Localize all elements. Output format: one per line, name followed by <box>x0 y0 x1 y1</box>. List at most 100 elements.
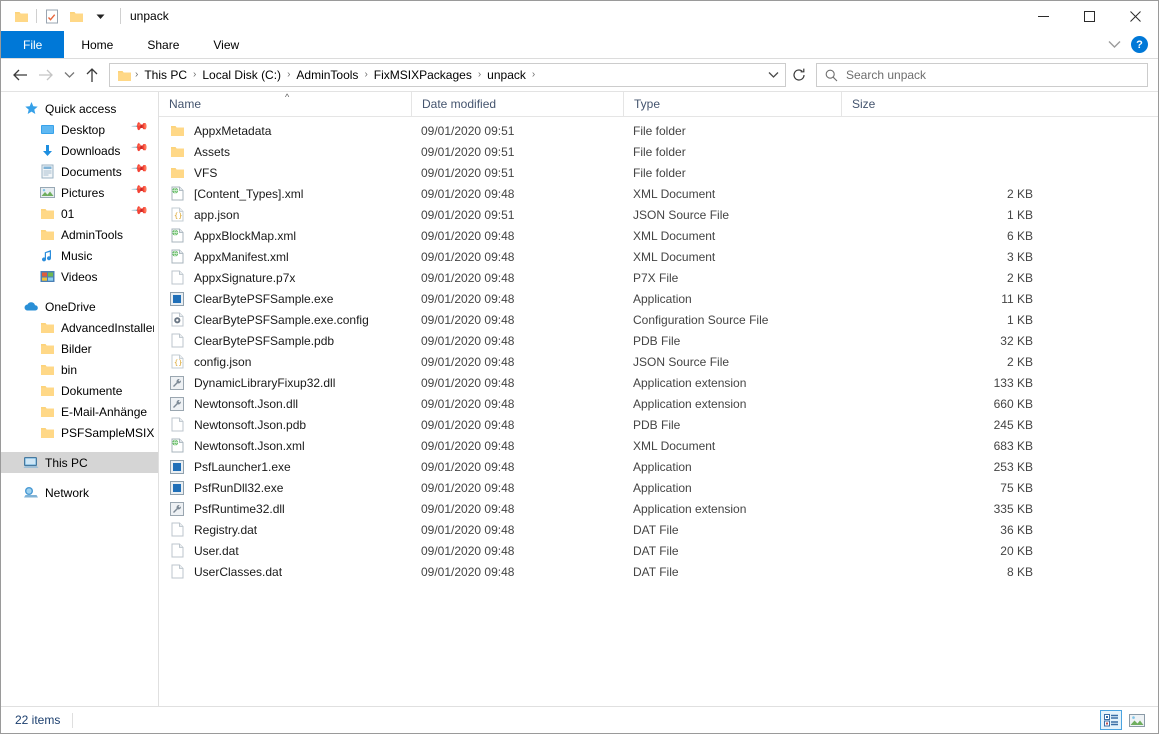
sidebar-item-videos[interactable]: Videos <box>1 266 158 287</box>
pin-icon[interactable]: 📌 <box>131 159 156 184</box>
table-row[interactable]: VFS 09/01/2020 09:51 File folder <box>159 162 1158 183</box>
sidebar-item-desktop[interactable]: Desktop 📌 <box>1 117 158 142</box>
file-name-cell[interactable]: Assets <box>159 144 411 160</box>
file-name-cell[interactable]: PsfRuntime32.dll <box>159 501 411 517</box>
table-row[interactable]: Newtonsoft.Json.dll 09/01/2020 09:48 Appli… <box>159 393 1158 414</box>
refresh-button[interactable] <box>786 63 812 87</box>
table-row[interactable]: {} app.json 09/01/2020 09:51 JSON Source Fi… <box>159 204 1158 225</box>
file-name-cell[interactable]: ClearBytePSFSample.exe.config <box>159 312 411 328</box>
table-row[interactable]: Assets 09/01/2020 09:51 File folder <box>159 141 1158 162</box>
sidebar-item-bin[interactable]: bin <box>1 359 158 380</box>
file-name-cell[interactable]: AppxBlockMap.xml <box>159 228 411 244</box>
tab-share[interactable]: Share <box>130 31 196 58</box>
table-row[interactable]: UserClasses.dat 09/01/2020 09:48 DAT File 8… <box>159 561 1158 582</box>
breadcrumb-item-this-pc[interactable]: This PC <box>139 65 192 85</box>
breadcrumb-separator[interactable]: › <box>531 65 536 85</box>
table-row[interactable]: AppxBlockMap.xml 09/01/2020 09:48 XML Docu… <box>159 225 1158 246</box>
file-name-cell[interactable]: Newtonsoft.Json.xml <box>159 438 411 454</box>
tab-view[interactable]: View <box>196 31 256 58</box>
column-header-size[interactable]: Size <box>841 91 1059 117</box>
table-row[interactable]: PsfLauncher1.exe 09/01/2020 09:48 Applicat… <box>159 456 1158 477</box>
file-name-cell[interactable]: DynamicLibraryFixup32.dll <box>159 375 411 391</box>
file-name-cell[interactable]: User.dat <box>159 543 411 559</box>
breadcrumb[interactable]: › This PC › Local Disk (C:) › AdminTools… <box>109 63 786 87</box>
table-row[interactable]: DynamicLibraryFixup32.dll 09/01/2020 09:4… <box>159 372 1158 393</box>
file-name-cell[interactable]: ClearBytePSFSample.pdb <box>159 333 411 349</box>
sidebar-item-dokumente[interactable]: Dokumente <box>1 380 158 401</box>
help-button[interactable]: ? <box>1131 36 1148 53</box>
properties-icon[interactable] <box>40 5 64 27</box>
sidebar-item-pictures[interactable]: Pictures 📌 <box>1 180 158 205</box>
table-row[interactable]: Newtonsoft.Json.pdb 09/01/2020 09:48 PDB F… <box>159 414 1158 435</box>
new-folder-icon[interactable] <box>64 5 88 27</box>
search-input[interactable]: Search unpack <box>816 63 1148 87</box>
breadcrumb-item-local-disk[interactable]: Local Disk (C:) <box>197 65 286 85</box>
file-name-cell[interactable]: [Content_Types].xml <box>159 186 411 202</box>
table-row[interactable]: ClearBytePSFSample.pdb 09/01/2020 09:48 PD… <box>159 330 1158 351</box>
close-button[interactable] <box>1112 1 1158 31</box>
sidebar-item-network[interactable]: Network <box>1 482 158 503</box>
chevron-down-icon[interactable] <box>1108 40 1121 49</box>
file-name-cell[interactable]: Registry.dat <box>159 522 411 538</box>
breadcrumb-item-fixmsixpackages[interactable]: FixMSIXPackages <box>369 65 477 85</box>
file-name-cell[interactable]: PsfRunDll32.exe <box>159 480 411 496</box>
file-name-cell[interactable]: {} config.json <box>159 354 411 370</box>
file-name-cell[interactable]: {} app.json <box>159 207 411 223</box>
file-name-cell[interactable]: Newtonsoft.Json.pdb <box>159 417 411 433</box>
file-name-cell[interactable]: AppxMetadata <box>159 123 411 139</box>
table-row[interactable]: [Content_Types].xml 09/01/2020 09:48 XML D… <box>159 183 1158 204</box>
sidebar-item-bilder[interactable]: Bilder <box>1 338 158 359</box>
breadcrumb-item-unpack[interactable]: unpack <box>482 65 531 85</box>
file-list[interactable]: AppxMetadata 09/01/2020 09:51 File folder A… <box>159 117 1158 706</box>
table-row[interactable]: AppxSignature.p7x 09/01/2020 09:48 P7X Fil… <box>159 267 1158 288</box>
file-name-cell[interactable]: UserClasses.dat <box>159 564 411 580</box>
column-header-name[interactable]: ^ Name <box>159 92 411 117</box>
sidebar-item-quick-access[interactable]: Quick access <box>1 98 158 119</box>
sidebar-item-this-pc[interactable]: This PC <box>1 452 158 473</box>
column-header-type[interactable]: Type <box>623 91 841 117</box>
back-button[interactable] <box>7 62 33 88</box>
sidebar-item-psfsamplemsixroot[interactable]: PSFSampleMSIXRoo <box>1 422 158 443</box>
tab-file[interactable]: File <box>1 31 65 58</box>
table-row[interactable]: Newtonsoft.Json.xml 09/01/2020 09:48 XML D… <box>159 435 1158 456</box>
chevron-down-icon[interactable] <box>88 5 112 27</box>
table-row[interactable]: Registry.dat 09/01/2020 09:48 DAT File 36 K… <box>159 519 1158 540</box>
up-button[interactable] <box>79 62 105 88</box>
table-row[interactable]: ClearBytePSFSample.exe.config 09/01/2020 … <box>159 309 1158 330</box>
pin-icon[interactable]: 📌 <box>131 117 156 142</box>
navigation-pane[interactable]: Quick access Desktop 📌 Downloads 📌 Docum… <box>1 92 159 706</box>
pin-icon[interactable]: 📌 <box>131 180 156 205</box>
folder-icon[interactable] <box>9 5 33 27</box>
sidebar-item-admintools[interactable]: AdminTools <box>1 224 158 245</box>
file-name-cell[interactable]: AppxSignature.p7x <box>159 270 411 286</box>
sidebar-item-advancedinstallerc[interactable]: AdvancedInstallerC <box>1 317 158 338</box>
table-row[interactable]: AppxMetadata 09/01/2020 09:51 File folder <box>159 120 1158 141</box>
table-row[interactable]: AppxManifest.xml 09/01/2020 09:48 XML Docu… <box>159 246 1158 267</box>
sidebar-item-onedrive[interactable]: OneDrive <box>1 296 158 317</box>
minimize-button[interactable] <box>1020 1 1066 31</box>
table-row[interactable]: {} config.json 09/01/2020 09:48 JSON Source… <box>159 351 1158 372</box>
table-row[interactable]: ClearBytePSFSample.exe 09/01/2020 09:48 Ap… <box>159 288 1158 309</box>
chevron-down-icon[interactable] <box>763 64 783 86</box>
file-name-cell[interactable]: AppxManifest.xml <box>159 249 411 265</box>
table-row[interactable]: User.dat 09/01/2020 09:48 DAT File 20 KB <box>159 540 1158 561</box>
recent-locations-button[interactable] <box>59 62 79 88</box>
sidebar-item-01[interactable]: 01 📌 <box>1 201 158 226</box>
pin-icon[interactable]: 📌 <box>131 201 156 226</box>
pin-icon[interactable]: 📌 <box>131 138 156 163</box>
table-row[interactable]: PsfRunDll32.exe 09/01/2020 09:48 Applicati… <box>159 477 1158 498</box>
details-view-button[interactable] <box>1100 710 1122 730</box>
large-icons-view-button[interactable] <box>1126 710 1148 730</box>
file-name-cell[interactable]: PsfLauncher1.exe <box>159 459 411 475</box>
breadcrumb-item-admintools[interactable]: AdminTools <box>291 65 363 85</box>
maximize-button[interactable] <box>1066 1 1112 31</box>
table-row[interactable]: PsfRuntime32.dll 09/01/2020 09:48 Applicat… <box>159 498 1158 519</box>
sidebar-item-documents[interactable]: Documents 📌 <box>1 159 158 184</box>
sidebar-item-music[interactable]: Music <box>1 245 158 266</box>
column-header-date-modified[interactable]: Date modified <box>411 91 623 117</box>
tab-home[interactable]: Home <box>64 31 130 58</box>
sidebar-item-email-anhaenge[interactable]: E-Mail-Anhänge <box>1 401 158 422</box>
sidebar-item-downloads[interactable]: Downloads 📌 <box>1 138 158 163</box>
forward-button[interactable] <box>33 62 59 88</box>
file-name-cell[interactable]: ClearBytePSFSample.exe <box>159 291 411 307</box>
